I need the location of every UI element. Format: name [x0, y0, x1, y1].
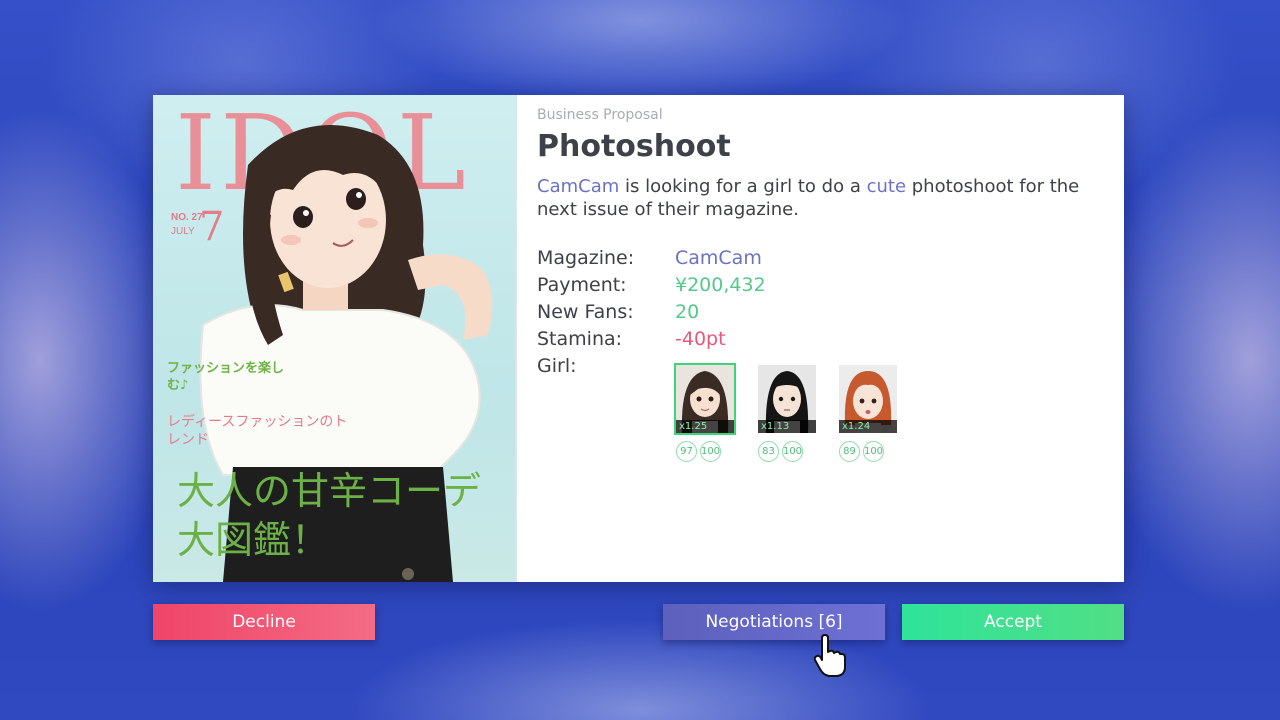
cover-headline-big: 大人の甘辛コーデ大図鑑！ [177, 469, 482, 563]
stat-stamina-value: -40pt [675, 328, 726, 350]
girl-stats-1: 97 100 [676, 441, 736, 462]
girl-multiplier-1: x1.25 [676, 420, 734, 433]
stat-magazine: Magazine: CamCam [537, 247, 762, 269]
cover-headline-green: ファッションを楽しむ♪ [167, 361, 285, 393]
description-client: CamCam [537, 176, 620, 197]
stat-new-fans-label: New Fans: [537, 301, 634, 323]
girl-portrait-3: x1.24 [837, 363, 899, 435]
proposal-type: Business Proposal [537, 107, 663, 123]
girl-multiplier-3: x1.24 [839, 420, 897, 433]
girl-option-1[interactable]: x1.25 97 100 [674, 363, 736, 462]
stat-magazine-value: CamCam [675, 247, 762, 269]
girl-option-2[interactable]: x1.13 83 100 [756, 363, 818, 462]
proposal-description: CamCam is looking for a girl to do a cut… [537, 175, 1097, 221]
stat-girl-label: Girl: [537, 355, 577, 377]
girl-portrait-1: x1.25 [674, 363, 736, 435]
girl-stat-ring: 89 [839, 441, 860, 462]
magazine-cover-image: IDOL NO. 27 JULY 7 [153, 95, 517, 582]
stat-magazine-label: Magazine: [537, 247, 635, 269]
stat-new-fans-value: 20 [675, 301, 700, 323]
description-style: cute [866, 176, 907, 197]
hand-cursor-icon [813, 634, 846, 677]
girl-stats-2: 83 100 [758, 441, 818, 462]
girl-portrait-2: x1.13 [756, 363, 818, 435]
description-part1: is looking for a girl to do a [619, 176, 867, 197]
girl-stat-ring: 100 [700, 441, 721, 462]
cover-headline-pink: レディースファッションのトレンド [167, 414, 348, 449]
accept-button[interactable]: Accept [902, 604, 1124, 640]
stat-payment: Payment: ¥200,432 [537, 274, 766, 296]
stat-stamina: Stamina: -40pt [537, 328, 726, 350]
stat-girl: Girl: [537, 355, 577, 377]
girl-option-3[interactable]: x1.24 89 100 [837, 363, 899, 462]
stat-stamina-label: Stamina: [537, 328, 623, 350]
decline-button[interactable]: Decline [153, 604, 375, 640]
stat-new-fans: New Fans: 20 [537, 301, 699, 323]
stat-payment-value: ¥200,432 [675, 274, 766, 296]
girl-multiplier-2: x1.13 [758, 420, 816, 433]
proposal-title: Photoshoot [537, 129, 731, 164]
proposal-details: Business Proposal Photoshoot CamCam is l… [537, 95, 1124, 582]
girl-stats-3: 89 100 [839, 441, 899, 462]
proposal-card: IDOL NO. 27 JULY 7 [153, 95, 1124, 582]
girl-stat-ring: 100 [782, 441, 803, 462]
girl-stat-ring: 83 [758, 441, 779, 462]
stat-payment-label: Payment: [537, 274, 627, 296]
girl-stat-ring: 100 [863, 441, 884, 462]
girl-stat-ring: 97 [676, 441, 697, 462]
